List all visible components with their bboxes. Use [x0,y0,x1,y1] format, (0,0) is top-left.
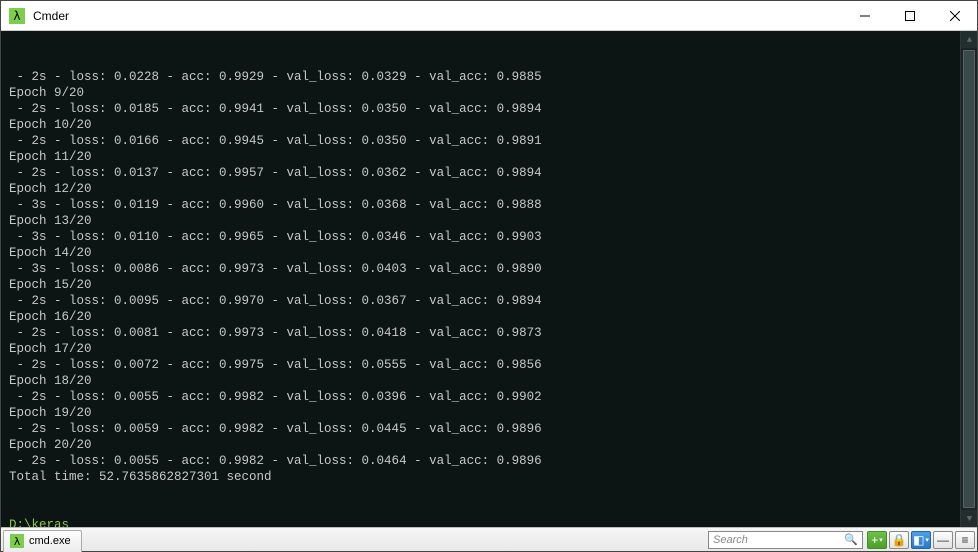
scroll-up-arrow[interactable]: ▲ [961,31,977,48]
terminal-output[interactable]: - 2s - loss: 0.0228 - acc: 0.9929 - val_… [1,31,977,527]
console-tab[interactable]: λ cmd.exe [3,530,82,552]
app-icon: λ [9,8,25,24]
tab-label: cmd.exe [29,535,71,547]
new-tab-button[interactable]: +▾ [867,531,887,549]
maximize-button[interactable] [887,1,932,31]
titlebar: λ Cmder [1,1,977,31]
terminal-lines: - 2s - loss: 0.0228 - acc: 0.9929 - val_… [9,69,969,517]
close-button[interactable] [932,1,977,31]
search-icon: 🔍 [844,533,858,546]
scroll-down-arrow[interactable]: ▼ [961,510,977,527]
vertical-scrollbar[interactable]: ▲ ▼ [960,31,977,527]
menu-button[interactable]: ≡ [955,531,975,549]
split-button[interactable]: ◧▾ [911,531,931,549]
lock-button[interactable]: 🔒 [889,531,909,549]
window-title: Cmder [33,9,69,23]
search-placeholder: Search [713,534,748,546]
statusbar: λ cmd.exe Search 🔍 +▾ 🔒 ◧▾ — ≡ [1,527,977,551]
minimize-button[interactable] [842,1,887,31]
search-input[interactable]: Search 🔍 [708,531,863,549]
prompt-path: D:\keras [9,518,69,527]
tab-icon: λ [10,534,24,548]
minimize-tab-button[interactable]: — [933,531,953,549]
scroll-thumb[interactable] [963,50,975,508]
